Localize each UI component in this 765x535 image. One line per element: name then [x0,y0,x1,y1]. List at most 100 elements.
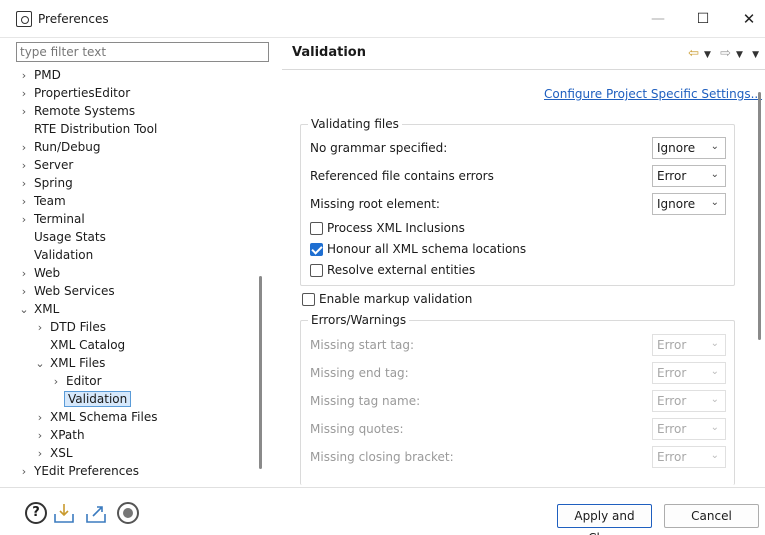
apply-and-close-button[interactable]: Apply and Close [557,504,652,535]
tree-item-xml[interactable]: ⌄ XML [16,300,61,318]
window-title: Preferences [38,12,109,26]
errors-warnings-title: Errors/Warnings [308,313,410,327]
dialog-footer: ? Apply and Close Cancel [0,487,765,535]
page-header: Validation ⇦ ▼ ⇨ ▼ ▼ [282,38,765,70]
page-scrollbar[interactable] [758,92,761,340]
tree-item-rte-distribution-tool[interactable]: RTE Distribution Tool [16,120,159,138]
referenced-file-label: Referenced file contains errors [310,169,494,183]
missing-quotes-label: Missing quotes: [310,422,404,436]
tree-item-spring[interactable]: › Spring [16,174,75,192]
forward-menu-icon[interactable]: ▼ [736,50,743,60]
import-icon[interactable] [53,502,75,524]
chevron-right-icon[interactable]: › [32,319,48,337]
chevron-down-icon: ⌄ [710,338,719,349]
page-title: Validation [292,45,366,60]
tree-item-xml-catalog[interactable]: XML Catalog [32,336,127,354]
tree-item-web[interactable]: › Web [16,264,62,282]
chevron-right-icon[interactable]: › [16,211,32,229]
cancel-button[interactable]: Cancel [664,504,759,528]
missing-tag-name-select: Error ⌄ [652,390,726,412]
no-grammar-select[interactable]: Ignore ⌄ [652,137,726,159]
tree-item-web-services[interactable]: › Web Services [16,282,117,300]
filter-input[interactable] [16,42,269,62]
chevron-down-icon: ⌄ [710,422,719,433]
missing-start-tag-label: Missing start tag: [310,338,415,352]
tree-item-editor[interactable]: › Editor [48,372,104,390]
preference-tree: › PMD › PropertiesEditor › Remote Systems R… [16,66,269,480]
missing-root-select[interactable]: Ignore ⌄ [652,193,726,215]
missing-end-tag-select: Error ⌄ [652,362,726,384]
resolve-external-entities-checkbox[interactable]: Resolve external entities [310,263,475,277]
minimize-button[interactable]: — [643,6,673,32]
maximize-button[interactable]: ☐ [688,6,718,32]
record-icon[interactable] [117,502,139,524]
view-menu-icon[interactable]: ▼ [752,50,759,60]
chevron-right-icon[interactable]: › [16,85,32,103]
chevron-right-icon[interactable]: › [16,175,32,193]
tree-item-xml-files-validation[interactable]: Validation [48,390,132,408]
tree-item-xsl[interactable]: › XSL [32,444,75,462]
tree-item-pmd[interactable]: › PMD [16,66,63,84]
nav-icons: ⇦ ▼ ⇨ ▼ ▼ [683,46,759,61]
tree-item-server[interactable]: › Server [16,156,75,174]
chevron-down-icon: ⌄ [710,141,719,152]
missing-root-label: Missing root element: [310,197,440,211]
tree-item-propertieseditor[interactable]: › PropertiesEditor [16,84,132,102]
missing-tag-name-label: Missing tag name: [310,394,421,408]
tree-item-yedit-preferences[interactable]: › YEdit Preferences [16,462,141,480]
tree-item-run-debug[interactable]: › Run/Debug [16,138,103,156]
chevron-right-icon[interactable]: › [16,265,32,283]
back-arrow-icon[interactable]: ⇦ [688,46,699,61]
back-menu-icon[interactable]: ▼ [704,50,711,60]
process-xml-inclusions-checkbox[interactable]: Process XML Inclusions [310,221,465,235]
tree-item-remote-systems[interactable]: › Remote Systems [16,102,137,120]
chevron-down-icon: ⌄ [710,366,719,377]
chevron-down-icon: ⌄ [710,197,719,208]
chevron-right-icon[interactable]: › [16,283,32,301]
chevron-down-icon[interactable]: ⌄ [32,355,48,373]
chevron-right-icon[interactable]: › [16,67,32,85]
honour-schema-locations-checkbox[interactable]: Honour all XML schema locations [310,242,526,256]
tree-item-team[interactable]: › Team [16,192,68,210]
tree-item-dtd-files[interactable]: › DTD Files [32,318,108,336]
chevron-right-icon[interactable]: › [32,427,48,445]
chevron-down-icon: ⌄ [710,169,719,180]
tree-item-terminal[interactable]: › Terminal [16,210,87,228]
checkbox-icon [310,221,323,235]
missing-quotes-select: Error ⌄ [652,418,726,440]
chevron-down-icon: ⌄ [710,394,719,405]
missing-closing-bracket-label: Missing closing bracket: [310,450,454,464]
missing-start-tag-select: Error ⌄ [652,334,726,356]
app-icon [16,11,32,27]
referenced-file-select[interactable]: Error ⌄ [652,165,726,187]
tree-item-xpath[interactable]: › XPath [32,426,87,444]
chevron-right-icon[interactable]: › [48,373,64,391]
configure-project-settings-link[interactable]: Configure Project Specific Settings... [544,87,762,101]
chevron-right-icon[interactable]: › [16,103,32,121]
chevron-down-icon: ⌄ [710,450,719,461]
chevron-right-icon[interactable]: › [16,139,32,157]
chevron-right-icon[interactable]: › [32,445,48,463]
chevron-right-icon[interactable]: › [16,157,32,175]
checkbox-checked-icon [310,242,323,256]
tree-item-validation[interactable]: Validation [16,246,95,264]
missing-closing-bracket-select: Error ⌄ [652,446,726,468]
validating-files-title: Validating files [308,117,402,131]
forward-arrow-icon[interactable]: ⇨ [720,46,731,61]
chevron-right-icon[interactable]: › [16,193,32,211]
title-bar: Preferences — ☐ ✕ [0,0,765,38]
export-icon[interactable] [85,502,107,524]
tree-item-xml-schema-files[interactable]: › XML Schema Files [32,408,159,426]
chevron-right-icon[interactable]: › [16,463,32,480]
checkbox-icon [302,292,315,306]
chevron-right-icon[interactable]: › [32,409,48,427]
missing-end-tag-label: Missing end tag: [310,366,409,380]
help-icon[interactable]: ? [25,502,47,524]
enable-markup-validation-checkbox[interactable]: Enable markup validation [302,292,472,306]
tree-scrollbar[interactable] [259,276,262,469]
tree-item-xml-files[interactable]: ⌄ XML Files [32,354,107,372]
chevron-down-icon[interactable]: ⌄ [16,301,32,319]
tree-item-usage-stats[interactable]: Usage Stats [16,228,108,246]
no-grammar-label: No grammar specified: [310,141,448,155]
close-button[interactable]: ✕ [734,6,764,32]
